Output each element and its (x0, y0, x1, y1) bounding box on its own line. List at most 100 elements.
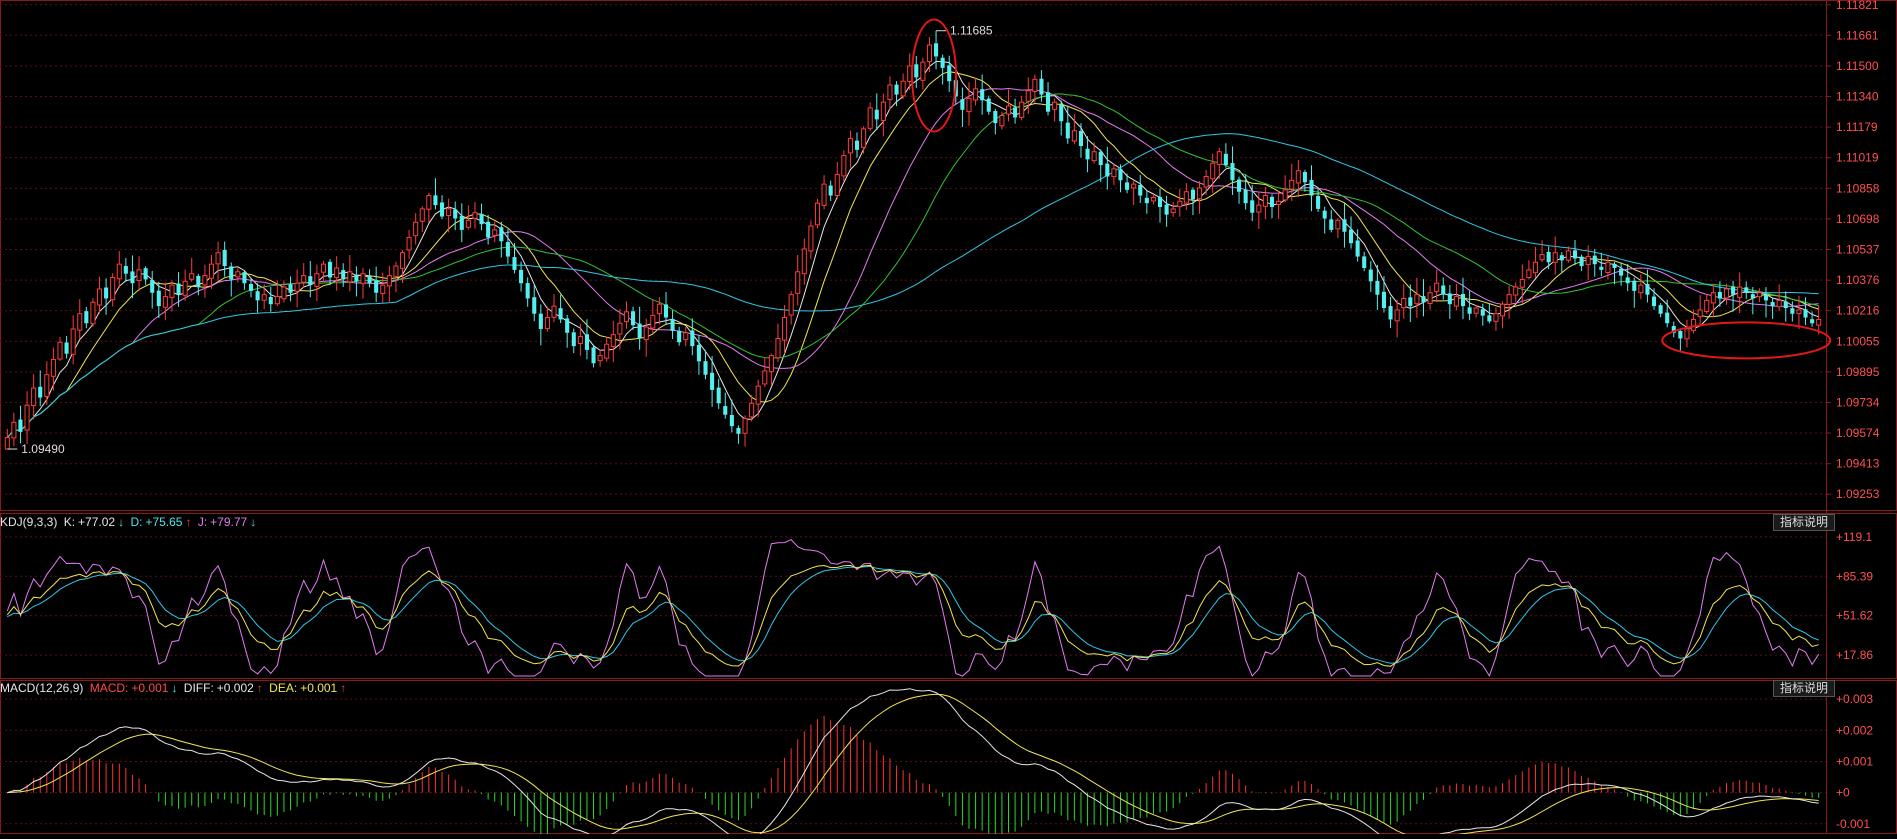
candle-body (1125, 182, 1130, 190)
candle-body (1810, 319, 1815, 324)
candle-body (354, 274, 359, 282)
candle-body (1071, 130, 1077, 142)
candle-body (788, 294, 794, 316)
chart-stage[interactable]: 1.11821 1.11661 1.11500 1.11340 1.11179 1.110… (0, 0, 1897, 839)
candle-body (1658, 305, 1663, 314)
candle-body (742, 418, 748, 434)
macd-tick-label: +0 (1836, 786, 1850, 800)
macd-label: MACD: (89, 681, 129, 695)
candle-body (426, 195, 432, 210)
price-tick-label: 1.10055 (1836, 334, 1880, 348)
candle-body (1691, 318, 1697, 331)
candle-body (650, 315, 656, 329)
candle-body (577, 336, 583, 344)
candle-body (64, 342, 69, 354)
candlestick-chart[interactable]: 1.11821 1.11661 1.11500 1.11340 1.11179 1.110… (0, 0, 1897, 839)
candle-body (1434, 282, 1440, 293)
candle-body (1427, 292, 1433, 304)
price-tick-label: 1.09574 (1836, 426, 1880, 440)
macd-indicator-help-button[interactable]: 指标说明 (1772, 680, 1835, 697)
candle-body (1737, 286, 1743, 298)
candle-body (1144, 197, 1149, 204)
candle-body (1177, 200, 1183, 208)
candle-body (894, 84, 899, 95)
kdj-k-arrow-icon: ↓ (118, 515, 125, 529)
candle-body (1196, 187, 1203, 200)
candle-body (1651, 296, 1657, 307)
candle-body (1625, 277, 1630, 284)
candle-body (1408, 297, 1413, 307)
candle-body (1678, 330, 1683, 339)
candle-body (900, 80, 906, 97)
candle-body (1526, 269, 1532, 278)
candle-body (222, 249, 227, 267)
candle-body (314, 273, 320, 287)
candle-body (1592, 255, 1597, 265)
price-tick-label: 1.09734 (1836, 396, 1880, 410)
candle-body (617, 322, 623, 335)
candle-body (749, 402, 755, 418)
candle-body (1638, 284, 1644, 294)
candle-body (1717, 292, 1722, 299)
candle-body (1282, 189, 1288, 201)
candle-body (328, 261, 333, 278)
candle-body (31, 387, 37, 407)
candle-body (940, 57, 945, 68)
candle-body (920, 61, 926, 81)
candle-body (341, 270, 346, 280)
candle-body (116, 263, 122, 280)
candle-body (532, 297, 537, 314)
price-tick-label: 1.10216 (1836, 304, 1880, 318)
candle-body (1045, 92, 1051, 112)
candle-body (24, 404, 30, 431)
candle-body (1453, 296, 1459, 307)
candle-body (1388, 306, 1393, 320)
kdj-d-value: +75.65 (145, 515, 183, 529)
macd-value: +0.001 (131, 681, 169, 695)
candle-body (1111, 168, 1117, 178)
candle-body (801, 248, 807, 275)
candle-body (677, 330, 682, 343)
candle-body (1552, 252, 1558, 263)
kdj-j-value: +79.77 (210, 515, 248, 529)
candle-body (419, 208, 425, 222)
candle-body (623, 311, 630, 323)
price-tick-label: 1.09413 (1836, 457, 1880, 471)
candle-body (1401, 297, 1407, 309)
candle-body (519, 269, 524, 284)
candle-body (1381, 291, 1387, 308)
candle-body (874, 109, 879, 120)
candle-body (854, 140, 860, 150)
candle-body (1091, 151, 1097, 162)
candle-body (479, 213, 484, 225)
macd-tick-label: +0.003 (1836, 692, 1873, 706)
candle-body (1039, 78, 1044, 95)
candle-body (1599, 266, 1604, 270)
candle-body (1744, 287, 1749, 293)
candle-body (248, 283, 254, 291)
candle-body (492, 229, 498, 236)
candle-body (189, 273, 195, 280)
candle-body (814, 202, 821, 226)
candle-body (215, 252, 221, 265)
candle-body (1460, 294, 1466, 307)
candle-body (1138, 184, 1143, 196)
candle-body (1539, 254, 1545, 261)
macd-name: MACD(12,26,9) (0, 681, 84, 695)
candle-body (1355, 240, 1360, 257)
candle-body (1250, 200, 1255, 213)
kdj-indicator-help-button[interactable]: 指标说明 (1772, 514, 1835, 531)
candle-body (1078, 130, 1084, 147)
candle-body (1203, 176, 1209, 188)
candle-body (308, 276, 313, 286)
candle-body (1619, 268, 1624, 276)
candle-body (1105, 163, 1110, 177)
macd-dea-line (7, 693, 1819, 839)
candle-body (1684, 328, 1690, 340)
macd-arrow-icon: ↓ (171, 681, 178, 695)
candle-body (1183, 191, 1189, 204)
candle-body (1776, 299, 1782, 308)
candle-body (565, 318, 570, 333)
kdj-k-value: +77.02 (78, 515, 116, 529)
kdj-d-label: D: (130, 515, 143, 529)
